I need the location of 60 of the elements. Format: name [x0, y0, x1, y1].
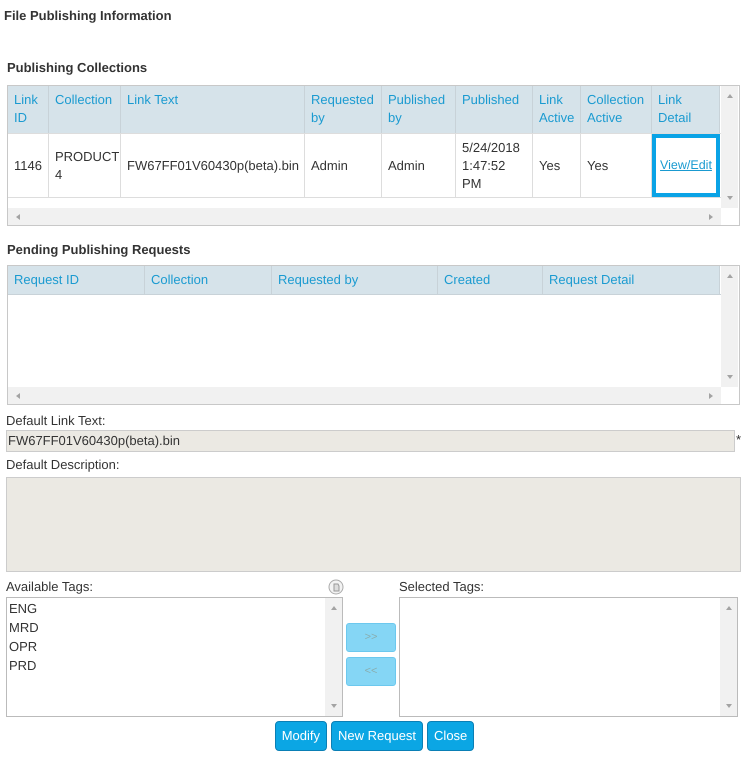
field-label: Available Tags:	[6, 578, 93, 596]
selected-tags-list[interactable]	[399, 597, 738, 717]
column-header[interactable]: Collection	[49, 86, 121, 133]
list-item[interactable]: PRD	[9, 656, 323, 675]
scroll-down-icon[interactable]	[726, 373, 734, 381]
required-mark: *	[736, 431, 741, 449]
table-cell: Yes	[533, 134, 581, 197]
column-header[interactable]: Request ID	[8, 266, 145, 294]
vertical-scrollbar[interactable]	[721, 86, 738, 208]
column-header[interactable]: Published by	[382, 86, 456, 133]
column-header[interactable]: Collection	[145, 266, 272, 294]
list-item[interactable]: MRD	[9, 618, 323, 637]
scroll-up-icon[interactable]	[726, 92, 734, 100]
scroll-down-icon[interactable]	[330, 702, 338, 710]
column-header[interactable]: Link Text	[121, 86, 305, 133]
field-label: Default Description:	[6, 456, 120, 474]
scroll-right-icon[interactable]	[707, 212, 715, 220]
description-field[interactable]	[6, 477, 741, 572]
table-cell: FW67FF01V60430p(beta).bin	[121, 134, 305, 197]
column-header[interactable]: Requested by	[305, 86, 382, 133]
table-cell: Admin	[382, 134, 456, 197]
action-button[interactable]: New Request	[331, 721, 424, 751]
scroll-up-icon[interactable]	[726, 272, 734, 280]
scroll-left-icon[interactable]	[14, 212, 22, 220]
field-label: Default Link Text:	[6, 412, 106, 430]
scroll-up-icon[interactable]	[724, 604, 732, 612]
table-cell: PRODUCT 4	[49, 134, 121, 197]
vertical-scrollbar[interactable]	[720, 598, 737, 716]
list-item[interactable]: OPR	[9, 637, 323, 656]
scroll-up-icon[interactable]	[330, 604, 338, 612]
column-header[interactable]: Requested by	[272, 266, 438, 294]
vertical-scrollbar[interactable]	[325, 598, 342, 716]
action-button[interactable]: Modify	[274, 721, 327, 751]
scroll-down-icon[interactable]	[726, 194, 734, 202]
scroll-down-icon[interactable]	[724, 702, 732, 710]
table-cell: Admin	[305, 134, 382, 197]
table-cell: 1146	[8, 134, 49, 197]
list-item[interactable]: ENG	[9, 599, 323, 618]
horizontal-scrollbar[interactable]	[8, 208, 721, 225]
vertical-scrollbar[interactable]	[721, 266, 738, 387]
view-edit-link[interactable]: View/Edit	[660, 156, 712, 175]
column-header[interactable]: Link ID	[8, 86, 49, 133]
table-cell: Yes	[581, 134, 652, 197]
section-heading: Publishing Collections	[7, 59, 148, 77]
field-label: Selected Tags:	[399, 578, 486, 595]
scroll-left-icon[interactable]	[14, 392, 22, 400]
page-title: File Publishing Information	[4, 7, 172, 25]
column-header[interactable]: Collection Active	[581, 86, 652, 133]
table-cell: 5/24/2018 1:47:52 PM	[456, 134, 533, 197]
section-heading: Pending Publishing Requests	[7, 241, 192, 259]
column-header[interactable]: Published	[456, 86, 533, 133]
column-header[interactable]: Created	[438, 266, 543, 294]
column-header[interactable]: Link Active	[533, 86, 581, 133]
horizontal-scrollbar[interactable]	[8, 387, 721, 404]
column-header[interactable]: Link Detail	[652, 86, 720, 133]
input-field[interactable]: FW67FF01V60430p(beta).bin	[6, 430, 735, 452]
action-button[interactable]: Close	[427, 721, 474, 751]
available-tags-list[interactable]: ENG MRD OPR PRD	[6, 597, 343, 717]
column-header[interactable]: Request Detail	[543, 266, 720, 294]
scroll-right-icon[interactable]	[707, 392, 715, 400]
